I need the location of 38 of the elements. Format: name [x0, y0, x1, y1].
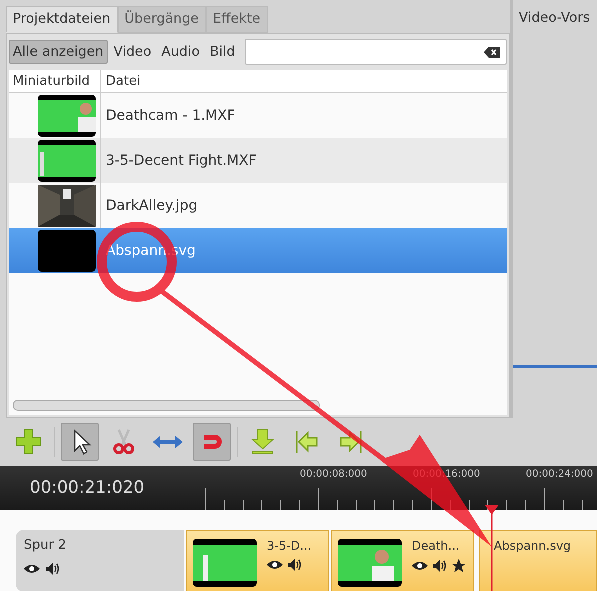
tab[interactable]: Projektdateien [6, 6, 118, 33]
filter-button[interactable]: Audio [158, 40, 204, 64]
eye-icon[interactable] [24, 564, 40, 574]
column-header[interactable]: Datei [101, 74, 141, 88]
star-icon[interactable] [452, 559, 466, 573]
tool-button[interactable] [61, 423, 99, 461]
tab[interactable]: Effekte [206, 6, 268, 33]
scrollbar[interactable] [13, 400, 320, 411]
filter-button[interactable]: Bild [206, 40, 240, 64]
clip-title: Abspann.svg [494, 539, 572, 553]
double-arrow-icon [153, 436, 183, 448]
timeline-clip[interactable]: Death... [331, 530, 474, 591]
timeline-clip[interactable]: Abspann.svg [479, 530, 597, 591]
timeline-clip[interactable]: 3-5-D... [186, 530, 329, 591]
tick-label: 00:00:24:000 [526, 469, 594, 480]
tick-label: 00:00:08:000 [300, 469, 368, 480]
clip-title: 3-5-D... [267, 539, 312, 553]
file-name: DarkAlley.jpg [106, 198, 198, 214]
clear-icon[interactable] [484, 46, 500, 58]
filter-button[interactable]: Video [110, 40, 156, 64]
filter-button[interactable]: Alle anzeigen [9, 40, 108, 64]
eye-icon[interactable] [267, 560, 283, 570]
eye-icon[interactable] [412, 561, 428, 571]
search-field[interactable] [245, 39, 507, 65]
file-name: 3-5-Decent Fight.MXF [106, 152, 257, 168]
tab[interactable]: Übergänge [118, 6, 206, 33]
clip-title: Death... [412, 539, 461, 553]
track-name: Spur 2 [24, 538, 68, 553]
current-time: 00:00:21:020 [29, 478, 146, 498]
speaker-icon[interactable] [288, 559, 302, 571]
speaker-icon[interactable] [46, 563, 60, 575]
file-name: Deathcam - 1.MXF [106, 108, 236, 124]
panel-title: Video-Vors [519, 10, 592, 26]
file-row[interactable]: 3-5-Decent Fight.MXF [9, 138, 507, 183]
track-header[interactable]: Spur 2 [16, 530, 184, 591]
speaker-icon[interactable] [433, 560, 447, 572]
column-header[interactable]: Miniaturbild [9, 70, 101, 92]
plus-icon [14, 427, 44, 457]
